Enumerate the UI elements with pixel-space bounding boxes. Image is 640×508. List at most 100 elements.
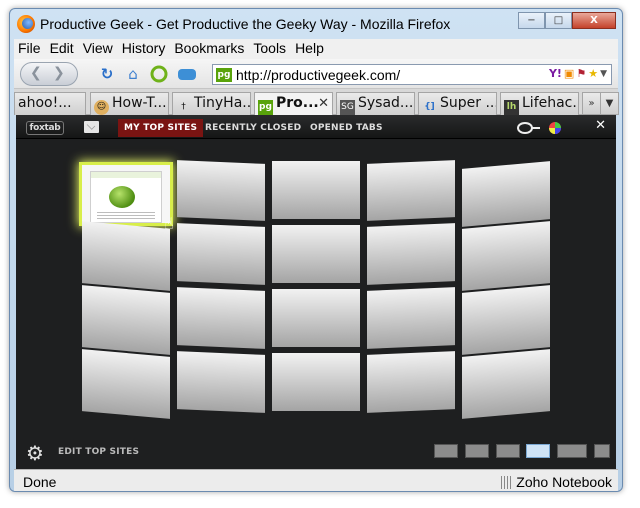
tab-label: TinyHa... (194, 95, 251, 111)
top-site-tile[interactable] (272, 353, 360, 411)
menu-view[interactable]: View (79, 39, 118, 59)
menu-bookmarks[interactable]: Bookmarks (170, 39, 249, 59)
foxtab-logo: foxtab (26, 121, 64, 135)
top-site-tile[interactable] (462, 221, 550, 291)
tab-label: Sysad... (358, 95, 414, 111)
tab-superuser[interactable]: {] Super ... (418, 92, 497, 115)
flip-view-button[interactable] (594, 444, 610, 458)
tab-productivegeek[interactable]: pg Pro... ✕ (254, 92, 333, 116)
green-ring-icon[interactable] (150, 65, 168, 83)
top-site-tile[interactable] (367, 351, 455, 413)
howtogeek-favicon-icon: ☺ (94, 100, 109, 115)
menu-history[interactable]: History (118, 39, 171, 59)
tab-lifehacker[interactable]: lhLifehac... (500, 92, 579, 115)
top-site-tile[interactable] (82, 165, 170, 223)
tab-label: Super ... (440, 95, 497, 111)
top-site-tile[interactable] (462, 285, 550, 355)
menu-file[interactable]: File (14, 39, 46, 59)
status-bar: Done Zoho Notebook (14, 469, 618, 491)
firefox-logo-icon (17, 15, 35, 33)
superuser-favicon-icon: {] (424, 102, 435, 112)
bookmark-star-icon[interactable]: ★ (588, 67, 598, 81)
forward-arrow-icon[interactable]: ❯ (53, 65, 65, 81)
foxtab-panel: foxtab MY TOP SITES RECENTLY CLOSED OPEN… (16, 115, 616, 469)
home-icon[interactable]: ⌂ (124, 65, 142, 83)
tab-tinyhacker[interactable]: † TinyHa... (172, 92, 251, 115)
top-site-tile[interactable] (82, 285, 170, 355)
zoho-notebook-button[interactable]: Zoho Notebook (501, 474, 612, 490)
back-arrow-icon[interactable]: ❮ (30, 65, 42, 81)
tab-label: Pro... (276, 95, 319, 111)
menu-help[interactable]: Help (291, 39, 329, 59)
search-key-icon[interactable] (516, 120, 542, 139)
minimize-button[interactable]: − (518, 12, 545, 29)
navigation-toolbar: ❮ ❯ ↻ ⌂ pg http://productivegeek.com/ Y!… (14, 59, 618, 89)
zoho-notebook-label: Zoho Notebook (516, 474, 612, 490)
tab-sysadmin[interactable]: SG Sysad... (336, 92, 415, 115)
zoho-cloud-icon[interactable] (176, 65, 196, 83)
tab-label: How-T... (112, 95, 167, 111)
rss-feed-icon[interactable]: ▣ (564, 67, 574, 81)
maximize-button[interactable]: □ (545, 12, 572, 29)
reload-icon[interactable]: ↻ (98, 65, 116, 83)
top-site-tile[interactable] (462, 161, 550, 227)
tab-label: ahoo!... (18, 95, 72, 111)
gear-icon[interactable]: ⚙ (26, 441, 44, 465)
status-text: Done (23, 474, 57, 490)
site-thumbnail (90, 171, 162, 223)
tab-howtogeek[interactable]: ☺ How-T... (90, 92, 169, 115)
tab-my-top-sites[interactable]: MY TOP SITES (118, 119, 204, 137)
foxtab-footer: ⚙ EDIT TOP SITES (16, 435, 616, 469)
sg-favicon-icon: SG (340, 100, 355, 115)
tab-bar: ahoo!... ☺ How-T... † TinyHa... pg Pro... ✕… (14, 89, 619, 116)
top-site-tile[interactable] (272, 225, 360, 283)
tab-opened-tabs[interactable]: OPENED TABS (304, 119, 389, 137)
top-site-tile[interactable] (177, 223, 265, 285)
title-bar[interactable]: Productive Geek - Get Productive the Gee… (10, 9, 622, 39)
tab-yahoo[interactable]: ahoo!... (14, 92, 86, 115)
tab-label: Lifehac... (522, 95, 578, 111)
mail-icon[interactable] (84, 121, 99, 133)
tab-recently-closed[interactable]: RECENTLY CLOSED (199, 119, 307, 137)
top-site-tile[interactable] (82, 349, 170, 419)
zoho-notebook-icon (501, 476, 514, 489)
tab-list-icon[interactable]: ▼ (600, 92, 619, 115)
top-site-tile[interactable] (272, 289, 360, 347)
carousel-view-button[interactable] (434, 444, 458, 458)
top-site-tile[interactable] (82, 221, 170, 291)
top-site-tile[interactable] (177, 351, 265, 413)
url-dropdown-icon[interactable]: ▼ (600, 67, 607, 81)
top-site-tile[interactable] (177, 287, 265, 349)
top-site-tile[interactable] (177, 160, 265, 221)
window-title: Productive Geek - Get Productive the Gee… (40, 16, 451, 32)
menu-bar: File Edit View History Bookmarks Tools H… (14, 39, 618, 59)
pg-favicon-icon: pg (216, 68, 232, 82)
color-theme-icon[interactable] (548, 120, 562, 139)
top-site-tile[interactable] (367, 160, 455, 221)
top-site-tile[interactable] (272, 161, 360, 219)
top-site-tile[interactable] (367, 223, 455, 285)
window-controls: − □ X (518, 12, 616, 29)
close-button[interactable]: X (572, 12, 616, 29)
tab-scroll-right-icon[interactable]: » (582, 92, 601, 115)
menu-tools[interactable]: Tools (249, 39, 291, 59)
wall-view-button[interactable] (526, 444, 550, 458)
url-input[interactable]: http://productivegeek.com/ (236, 67, 400, 83)
foxtab-close-icon[interactable]: ✕ (595, 118, 606, 133)
edit-top-sites-button[interactable]: EDIT TOP SITES (58, 447, 139, 457)
tab-close-icon[interactable]: ✕ (318, 93, 329, 114)
stack-view-button[interactable] (557, 444, 587, 458)
browser-window: Productive Geek - Get Productive the Gee… (9, 8, 623, 492)
top-site-tile[interactable] (462, 349, 550, 419)
foxtab-toolbar: foxtab MY TOP SITES RECENTLY CLOSED OPEN… (16, 115, 616, 139)
menu-edit[interactable]: Edit (46, 39, 79, 59)
top-site-tile[interactable] (367, 287, 455, 349)
yahoo-icon[interactable]: Y! (549, 67, 562, 81)
back-forward-buttons[interactable]: ❮ ❯ (20, 62, 78, 86)
hand-cursor-icon: ☝ (164, 214, 174, 233)
tinyhacker-favicon-icon: † (181, 102, 186, 112)
lifehacker-favicon-icon: lh (504, 100, 519, 115)
grid-view-button[interactable] (496, 444, 520, 458)
url-bar[interactable]: pg http://productivegeek.com/ Y! ▣ ⚑ ★ ▼ (212, 64, 612, 85)
row-view-button[interactable] (465, 444, 489, 458)
